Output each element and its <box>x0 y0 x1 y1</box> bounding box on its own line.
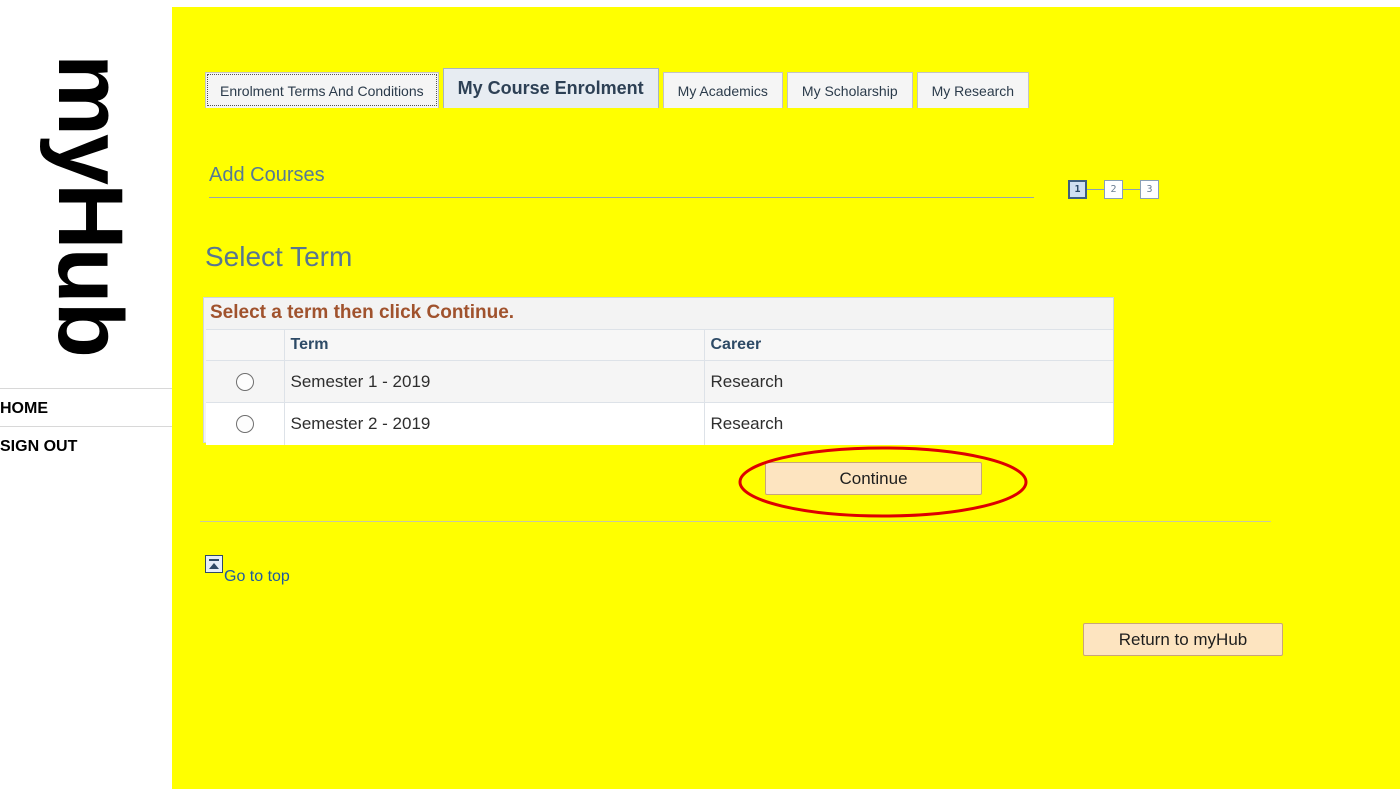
term-selection-grid: Select a term then click Continue. Term … <box>203 297 1114 445</box>
step-connector <box>1123 188 1140 190</box>
go-to-top-icon <box>205 555 223 573</box>
tab-my-scholarship[interactable]: My Scholarship <box>786 72 913 108</box>
tab-bar: Enrolment Terms And Conditions My Course… <box>205 68 1033 108</box>
step-2: 2 <box>1104 179 1123 199</box>
tab-enrolment-terms[interactable]: Enrolment Terms And Conditions <box>205 72 439 108</box>
tab-my-course-enrolment[interactable]: My Course Enrolment <box>442 68 659 108</box>
grid-instruction: Select a term then click Continue. <box>210 302 515 323</box>
myhub-logo: myHub <box>39 54 141 356</box>
select-column-header <box>206 329 285 361</box>
term-radio-button[interactable] <box>235 415 254 434</box>
section-title: Add Courses <box>209 164 325 186</box>
row-select-cell <box>206 360 285 403</box>
row-select-cell <box>206 402 285 445</box>
sidebar-divider <box>0 426 172 427</box>
term-table: Term Career Semester 1 - 2019 Research S… <box>206 329 1113 445</box>
step-1: 1 <box>1068 179 1087 199</box>
section-divider <box>209 197 1034 198</box>
page-title: Select Term <box>205 241 353 272</box>
sidebar-link-home[interactable]: HOME <box>0 396 172 422</box>
column-header-career: Career <box>704 329 1113 361</box>
step-3: 3 <box>1140 179 1159 199</box>
table-row: Semester 2 - 2019 Research <box>206 402 1113 445</box>
tab-my-academics[interactable]: My Academics <box>662 72 783 108</box>
term-cell: Semester 1 - 2019 <box>284 360 705 403</box>
sidebar-divider <box>0 388 172 389</box>
sidebar: myHub HOME SIGN OUT <box>0 0 172 789</box>
table-header-row: Term Career <box>206 329 1113 361</box>
go-to-top-label: Go to top <box>224 568 290 585</box>
return-to-myhub-button[interactable]: Return to myHub <box>1083 623 1283 656</box>
step-indicator: 1 2 3 <box>1068 178 1159 200</box>
step-connector <box>1087 188 1104 190</box>
column-header-term: Term <box>284 329 705 361</box>
highlight-ellipse-annotation <box>738 446 1028 518</box>
career-cell: Research <box>704 402 1113 445</box>
tab-my-research[interactable]: My Research <box>916 72 1030 108</box>
content-divider <box>200 521 1271 522</box>
term-radio-button[interactable] <box>235 373 254 392</box>
main-content: Enrolment Terms And Conditions My Course… <box>172 7 1400 789</box>
sidebar-link-sign-out[interactable]: SIGN OUT <box>0 434 172 460</box>
career-cell: Research <box>704 360 1113 403</box>
term-cell: Semester 2 - 2019 <box>284 402 705 445</box>
table-row: Semester 1 - 2019 Research <box>206 360 1113 403</box>
go-to-top-link[interactable]: Go to top <box>205 555 290 586</box>
